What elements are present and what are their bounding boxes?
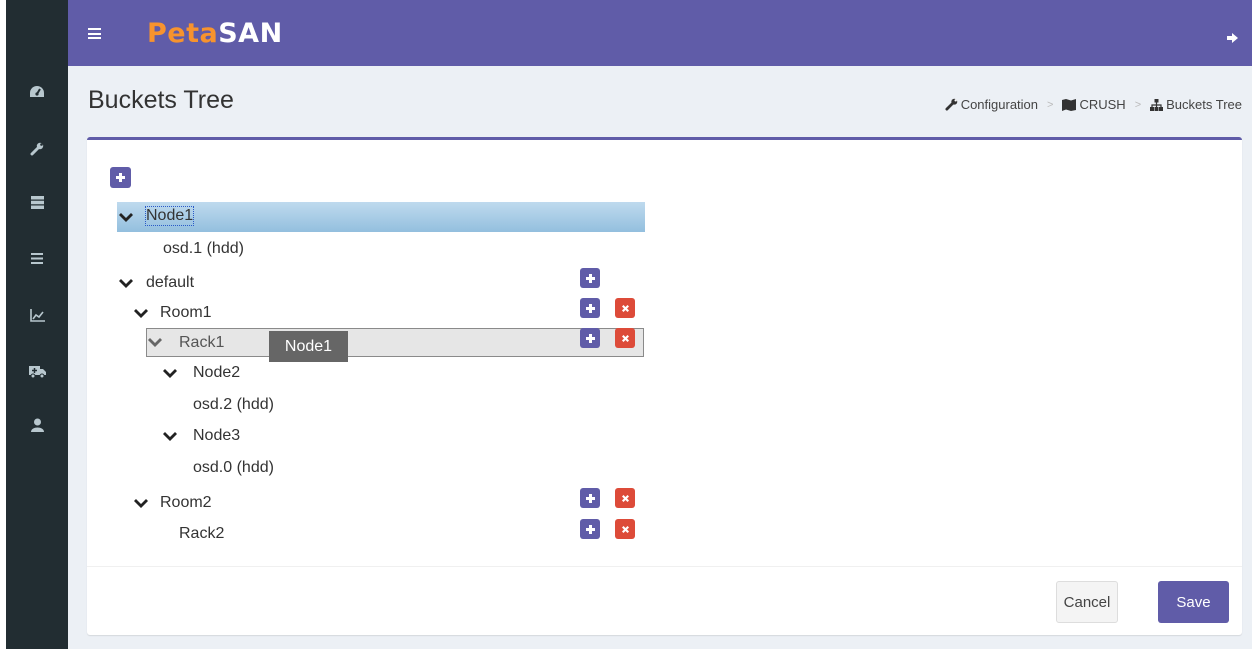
delete-bucket-button[interactable] xyxy=(615,488,635,508)
dashboard-icon[interactable] xyxy=(6,81,68,103)
tree-leaf-osd0[interactable]: osd.0 (hdd) xyxy=(193,459,274,477)
map-icon xyxy=(1062,98,1077,111)
add-bucket-button[interactable] xyxy=(580,519,600,539)
tree-node-room1[interactable]: Room1 xyxy=(160,304,212,322)
delete-bucket-button[interactable] xyxy=(615,519,635,539)
user-icon[interactable] xyxy=(6,414,68,436)
chevron-down-icon[interactable] xyxy=(134,499,148,509)
chevron-down-icon[interactable] xyxy=(119,213,133,223)
plus-icon xyxy=(585,524,595,534)
tree-node-rack2[interactable]: Rack2 xyxy=(179,525,224,543)
remove-icon xyxy=(621,304,629,312)
delete-bucket-button[interactable] xyxy=(615,328,635,348)
tree-leaf-osd1[interactable]: osd.1 (hdd) xyxy=(163,240,244,258)
tree-node-node1[interactable]: Node1 xyxy=(144,206,195,226)
add-bucket-button[interactable] xyxy=(580,268,600,288)
drag-helper-tooltip: Node1 xyxy=(269,331,348,362)
remove-icon xyxy=(621,334,629,342)
chevron-down-icon[interactable] xyxy=(148,338,162,348)
wrench-icon[interactable] xyxy=(6,138,68,160)
page-title: Buckets Tree xyxy=(88,86,234,114)
breadcrumb-buckets-tree: Buckets Tree xyxy=(1166,97,1242,112)
tree-row-node1-selected[interactable] xyxy=(117,202,645,232)
chart-icon[interactable] xyxy=(6,304,68,326)
cancel-button[interactable]: Cancel xyxy=(1056,581,1118,623)
breadcrumb-separator: > xyxy=(1047,98,1054,111)
add-bucket-button[interactable] xyxy=(580,328,600,348)
tree-node-rack1[interactable]: Rack1 xyxy=(179,334,224,352)
plus-icon xyxy=(585,303,595,313)
chevron-down-icon[interactable] xyxy=(163,432,177,442)
add-bucket-button[interactable] xyxy=(580,298,600,318)
chevron-down-icon[interactable] xyxy=(134,309,148,319)
list-icon[interactable] xyxy=(6,247,68,269)
tree-node-room2[interactable]: Room2 xyxy=(160,494,212,512)
buckets-tree-panel: Node1 osd.1 (hdd) default Room1 Rack1 No… xyxy=(87,137,1242,635)
breadcrumb-separator: > xyxy=(1134,98,1142,111)
menu-toggle-icon[interactable] xyxy=(88,28,101,39)
plus-icon xyxy=(585,493,595,503)
chevron-down-icon[interactable] xyxy=(163,369,177,379)
logo[interactable]: PetaSAN xyxy=(147,18,283,49)
plus-icon xyxy=(585,333,595,343)
tree-node-default[interactable]: default xyxy=(146,274,194,292)
remove-icon xyxy=(621,494,629,502)
sidebar xyxy=(6,0,68,649)
plus-icon xyxy=(116,173,125,182)
plus-icon xyxy=(585,273,595,283)
save-button[interactable]: Save xyxy=(1158,581,1229,623)
chevron-down-icon[interactable] xyxy=(119,279,133,289)
panel-footer-divider xyxy=(87,566,1242,567)
add-root-bucket-button[interactable] xyxy=(110,167,131,188)
tree-leaf-osd2[interactable]: osd.2 (hdd) xyxy=(193,396,274,414)
sitemap-icon xyxy=(1150,98,1164,111)
breadcrumb-configuration[interactable]: Configuration xyxy=(961,97,1038,112)
sign-out-icon[interactable] xyxy=(1227,30,1238,48)
remove-icon xyxy=(621,525,629,533)
tree-node-node2[interactable]: Node2 xyxy=(193,364,240,382)
breadcrumb: Configuration > CRUSH > Buckets Tree xyxy=(945,97,1242,112)
server-icon[interactable] xyxy=(6,191,68,213)
ambulance-icon[interactable] xyxy=(6,360,68,382)
tree-node-node3[interactable]: Node3 xyxy=(193,427,240,445)
wrench-icon xyxy=(945,98,958,111)
add-bucket-button[interactable] xyxy=(580,488,600,508)
breadcrumb-crush[interactable]: CRUSH xyxy=(1079,97,1125,112)
delete-bucket-button[interactable] xyxy=(615,298,635,318)
top-navbar: PetaSAN xyxy=(68,0,1252,66)
